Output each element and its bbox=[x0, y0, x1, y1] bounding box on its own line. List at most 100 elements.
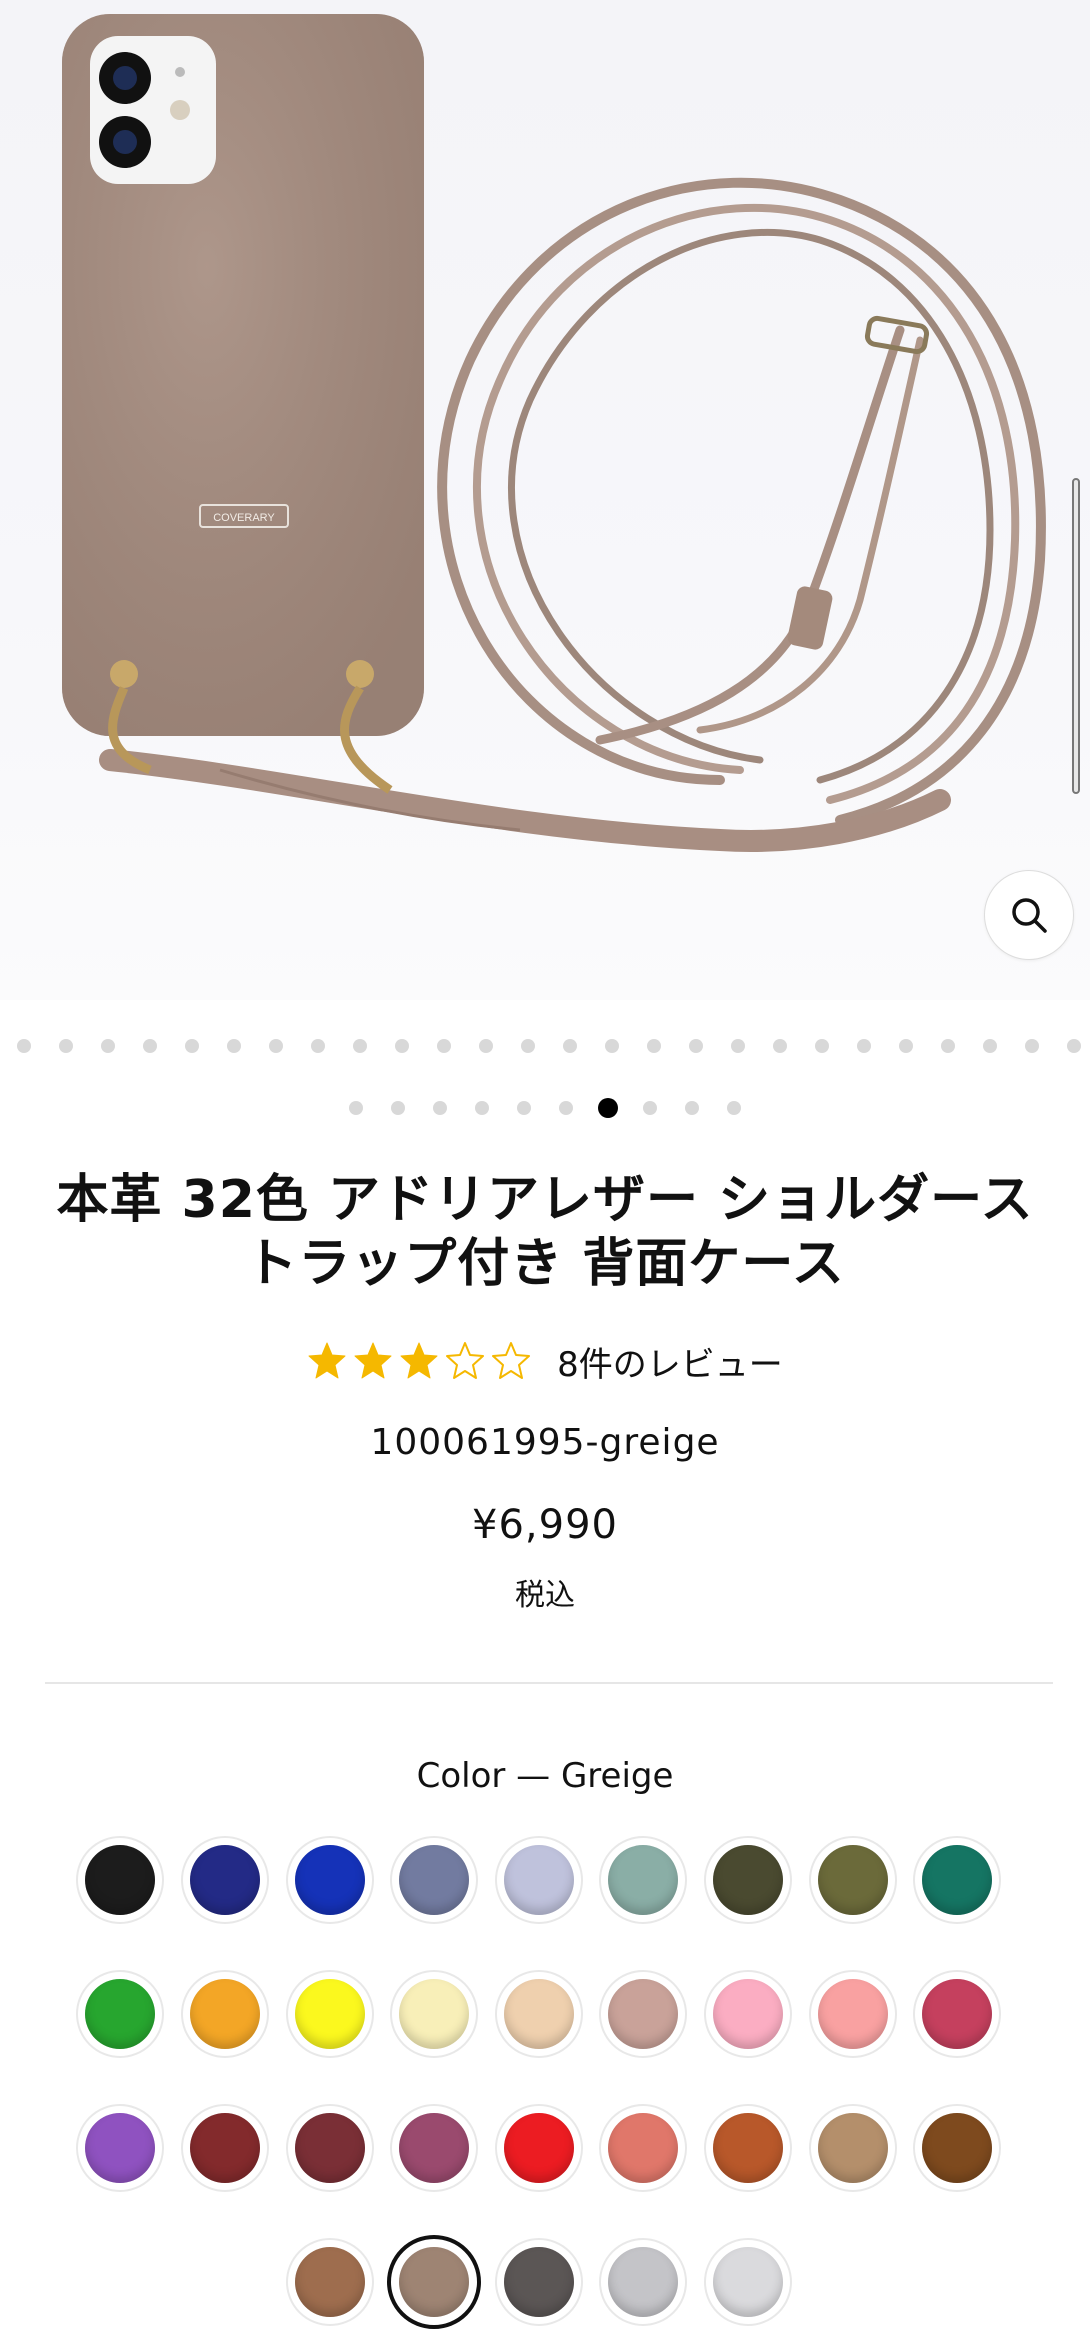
pagination-dot[interactable] bbox=[269, 1039, 283, 1053]
pagination-dot[interactable] bbox=[1067, 1039, 1081, 1053]
review-count-link[interactable]: 8件のレビュー bbox=[557, 1337, 783, 1386]
color-swatch[interactable] bbox=[704, 1836, 792, 1924]
color-swatch-fill bbox=[190, 2113, 260, 2183]
color-swatch-fill bbox=[504, 1845, 574, 1915]
color-swatch-fill bbox=[608, 2247, 678, 2317]
color-swatch[interactable] bbox=[495, 2238, 583, 2326]
color-swatch[interactable] bbox=[181, 1970, 269, 2058]
pagination-dot[interactable] bbox=[349, 1101, 363, 1115]
pagination-dot[interactable] bbox=[311, 1039, 325, 1053]
pagination-dot[interactable] bbox=[59, 1039, 73, 1053]
product-image[interactable]: COVERARY bbox=[0, 0, 1090, 1000]
color-swatch[interactable] bbox=[390, 1836, 478, 1924]
pagination-dot[interactable] bbox=[559, 1101, 573, 1115]
color-swatch[interactable] bbox=[286, 2238, 374, 2326]
pagination-dot[interactable] bbox=[395, 1039, 409, 1053]
pagination-dot[interactable] bbox=[143, 1039, 157, 1053]
color-swatch[interactable] bbox=[76, 1836, 164, 1924]
zoom-button[interactable] bbox=[984, 870, 1074, 960]
pagination-dot[interactable] bbox=[773, 1039, 787, 1053]
color-swatch-fill bbox=[818, 2113, 888, 2183]
color-swatch[interactable] bbox=[704, 2238, 792, 2326]
product-rating[interactable]: 8件のレビュー bbox=[0, 1336, 1090, 1386]
color-swatch-fill bbox=[818, 1979, 888, 2049]
color-swatch-fill bbox=[504, 2247, 574, 2317]
pagination-dot[interactable] bbox=[479, 1039, 493, 1053]
pagination-dot[interactable] bbox=[689, 1039, 703, 1053]
color-swatch-fill bbox=[922, 2113, 992, 2183]
color-swatch-fill bbox=[295, 1979, 365, 2049]
color-swatch[interactable] bbox=[286, 1836, 374, 1924]
pagination-dot[interactable] bbox=[598, 1098, 618, 1118]
color-swatch[interactable] bbox=[809, 1836, 897, 1924]
color-swatch-selected[interactable] bbox=[387, 2235, 481, 2329]
color-swatch-fill bbox=[399, 1979, 469, 2049]
color-swatch[interactable] bbox=[599, 2104, 687, 2192]
color-swatch-fill bbox=[608, 1979, 678, 2049]
color-swatch[interactable] bbox=[286, 1970, 374, 2058]
pagination-dot[interactable] bbox=[941, 1039, 955, 1053]
color-swatch[interactable] bbox=[809, 1970, 897, 2058]
scrollbar[interactable] bbox=[1072, 478, 1080, 794]
star-empty-icon bbox=[492, 1342, 531, 1379]
pagination-dot[interactable] bbox=[1025, 1039, 1039, 1053]
pagination-dot[interactable] bbox=[727, 1101, 741, 1115]
color-swatch-fill bbox=[504, 1979, 574, 2049]
color-swatch-fill bbox=[922, 1979, 992, 2049]
pagination-dot[interactable] bbox=[521, 1039, 535, 1053]
pagination-dot[interactable] bbox=[899, 1039, 913, 1053]
pagination-dot[interactable] bbox=[647, 1039, 661, 1053]
pagination-dot[interactable] bbox=[437, 1039, 451, 1053]
color-swatch[interactable] bbox=[181, 1836, 269, 1924]
color-swatch-fill bbox=[608, 2113, 678, 2183]
color-swatch[interactable] bbox=[599, 2238, 687, 2326]
pagination-dot[interactable] bbox=[101, 1039, 115, 1053]
pagination-dot[interactable] bbox=[391, 1101, 405, 1115]
pagination-dot[interactable] bbox=[731, 1039, 745, 1053]
product-title-line: 本革 32色 アドリアレザー ショルダース bbox=[56, 1170, 1034, 1230]
color-swatch-fill bbox=[504, 2113, 574, 2183]
color-swatch[interactable] bbox=[704, 1970, 792, 2058]
color-swatch[interactable] bbox=[76, 2104, 164, 2192]
color-swatch[interactable] bbox=[495, 2104, 583, 2192]
pagination-dot[interactable] bbox=[983, 1039, 997, 1053]
color-swatch-fill bbox=[190, 1845, 260, 1915]
color-swatch-fill bbox=[713, 2113, 783, 2183]
pagination-dot[interactable] bbox=[433, 1101, 447, 1115]
pagination-dot[interactable] bbox=[563, 1039, 577, 1053]
color-swatch[interactable] bbox=[913, 2104, 1001, 2192]
pagination-dot[interactable] bbox=[517, 1101, 531, 1115]
pagination-dot[interactable] bbox=[227, 1039, 241, 1053]
pagination-dot[interactable] bbox=[353, 1039, 367, 1053]
star-empty-icon bbox=[446, 1342, 485, 1379]
color-swatch[interactable] bbox=[390, 2104, 478, 2192]
pagination-dot[interactable] bbox=[643, 1101, 657, 1115]
star-rating bbox=[307, 1341, 531, 1381]
color-swatch[interactable] bbox=[704, 2104, 792, 2192]
color-swatch[interactable] bbox=[495, 1970, 583, 2058]
color-swatch[interactable] bbox=[495, 1836, 583, 1924]
pagination-dot[interactable] bbox=[857, 1039, 871, 1053]
color-swatch[interactable] bbox=[76, 1970, 164, 2058]
color-swatch-fill bbox=[399, 1845, 469, 1915]
pagination-dot[interactable] bbox=[685, 1101, 699, 1115]
color-swatch-fill bbox=[713, 1845, 783, 1915]
color-swatch[interactable] bbox=[809, 2104, 897, 2192]
pagination-dot[interactable] bbox=[185, 1039, 199, 1053]
color-swatch-fill bbox=[85, 1845, 155, 1915]
color-swatch-fill bbox=[295, 1845, 365, 1915]
pagination-dot[interactable] bbox=[17, 1039, 31, 1053]
color-swatch-fill bbox=[190, 1979, 260, 2049]
color-swatch[interactable] bbox=[390, 1970, 478, 2058]
color-swatch[interactable] bbox=[286, 2104, 374, 2192]
color-swatch[interactable] bbox=[913, 1836, 1001, 1924]
color-swatch[interactable] bbox=[599, 1836, 687, 1924]
pagination-dot[interactable] bbox=[475, 1101, 489, 1115]
pagination-dot[interactable] bbox=[815, 1039, 829, 1053]
color-swatch[interactable] bbox=[599, 1970, 687, 2058]
color-swatch-fill bbox=[922, 1845, 992, 1915]
color-swatch[interactable] bbox=[181, 2104, 269, 2192]
color-swatch[interactable] bbox=[913, 1970, 1001, 2058]
pagination-dot[interactable] bbox=[605, 1039, 619, 1053]
color-selection-label: Color — Greige bbox=[416, 1756, 674, 1796]
